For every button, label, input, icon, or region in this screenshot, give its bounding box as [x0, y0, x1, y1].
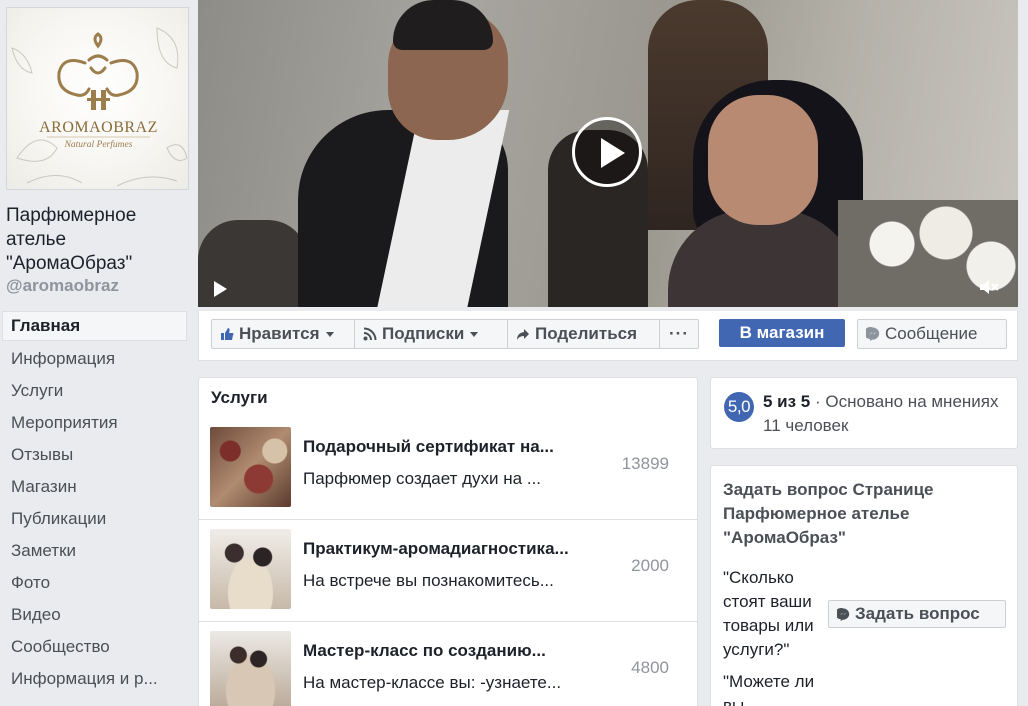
more-options-button[interactable]: ··· [660, 319, 699, 349]
service-price: 2000 [631, 556, 669, 575]
ask-question-title: Задать вопрос Странице Парфюмерное атель… [723, 480, 934, 547]
service-price: 4800 [631, 658, 669, 677]
suggested-question[interactable]: "Сколько стоят ваши товары или услуги?" [723, 566, 833, 662]
suggested-question[interactable]: "Можете ли вы [723, 670, 833, 706]
like-button[interactable]: Нравится [211, 319, 355, 349]
logo-brand-text: AROMAOBRAZ [39, 119, 158, 136]
cover-woman-face [708, 95, 818, 225]
service-description: На встрече вы познакомитесь... [303, 571, 554, 590]
nav-item-events[interactable]: Мероприятия [2, 407, 187, 439]
nav-item-reviews[interactable]: Отзывы [2, 439, 187, 471]
nav-item-info-ads[interactable]: Информация и р... [2, 663, 187, 695]
chevron-down-icon [470, 331, 479, 337]
service-price: 13899 [621, 454, 669, 473]
share-button-label: Поделиться [535, 324, 638, 343]
follow-button-label: Подписки [382, 324, 465, 343]
mute-icon[interactable] [978, 278, 1000, 296]
nav-item-info[interactable]: Информация [2, 343, 187, 375]
logo-tagline-text: Natural Perfumes [64, 139, 133, 150]
cover-video[interactable] [198, 0, 1018, 307]
messenger-icon [866, 327, 880, 341]
nav-item-notes[interactable]: Заметки [2, 535, 187, 567]
rating-summary[interactable]: 5 из 5 · Основано на мнениях 11 человек [763, 390, 1013, 438]
nav-item-shop[interactable]: Магазин [2, 471, 187, 503]
rating-score: 5 из 5 [763, 392, 811, 411]
aromaobraz-logo: AROMAOBRAZ Natural Perfumes [11, 27, 188, 187]
services-card: Услуги Подарочный сертификат на... Парфю… [198, 377, 698, 706]
rating-badge[interactable]: 5,0 [724, 392, 754, 422]
play-icon[interactable] [572, 117, 642, 187]
nav-item-videos[interactable]: Видео [2, 599, 187, 631]
service-row[interactable]: Подарочный сертификат на... Парфюмер соз… [199, 418, 697, 520]
nav-item-services[interactable]: Услуги [2, 375, 187, 407]
page-name[interactable]: Парфюмерное ателье "АромаОбраз" [6, 204, 191, 276]
follow-button[interactable]: Подписки [355, 319, 508, 349]
service-row[interactable]: Практикум-аромадиагностика... На встрече… [199, 520, 697, 622]
service-thumbnail [210, 427, 291, 507]
share-arrow-icon [517, 329, 529, 340]
messenger-icon [837, 607, 850, 621]
nav-item-posts[interactable]: Публикации [2, 503, 187, 535]
service-description: Парфюмер создает духи на ... [303, 469, 542, 488]
like-button-label: Нравится [239, 324, 320, 343]
service-row[interactable]: Мастер-класс по созданию... На мастер-кл… [199, 622, 697, 706]
page-avatar[interactable]: AROMAOBRAZ Natural Perfumes [6, 7, 189, 190]
nav-item-community[interactable]: Сообщество [2, 631, 187, 663]
services-title[interactable]: Услуги [211, 388, 268, 408]
message-button[interactable]: Сообщение [857, 319, 1007, 349]
chevron-down-icon [325, 331, 334, 337]
left-column: AROMAOBRAZ Natural Perfumes Парфюмерное … [0, 0, 196, 706]
page-nav: Главная Информация Услуги Мероприятия От… [2, 311, 187, 695]
shop-button[interactable]: В магазин [719, 319, 845, 347]
share-button[interactable]: Поделиться [508, 319, 660, 349]
ask-question-card: Задать вопрос Странице Парфюмерное атель… [710, 465, 1018, 706]
message-button-label: Сообщение [885, 324, 978, 343]
service-name: Мастер-класс по созданию... [303, 641, 546, 660]
small-play-icon[interactable] [214, 281, 227, 297]
service-thumbnail [210, 529, 291, 609]
ask-question-button-label: Задать вопрос [855, 604, 980, 623]
nav-item-photos[interactable]: Фото [2, 567, 187, 599]
page-action-bar: Нравится Подписки Поделиться ··· В магаз… [198, 311, 1018, 361]
service-name: Подарочный сертификат на... [303, 437, 554, 456]
ask-question-button[interactable]: Задать вопрос [828, 600, 1006, 628]
service-name: Практикум-аромадиагностика... [303, 539, 569, 558]
thumbs-up-icon [221, 328, 234, 340]
nav-item-home[interactable]: Главная [2, 311, 187, 341]
rss-icon [363, 327, 377, 341]
service-description: На мастер-классе вы: -узнаете... [303, 673, 562, 692]
rating-card: 5,0 5 из 5 · Основано на мнениях 11 чело… [710, 377, 1018, 449]
page-handle[interactable]: @aromaobraz [6, 276, 119, 296]
service-thumbnail [210, 631, 291, 706]
